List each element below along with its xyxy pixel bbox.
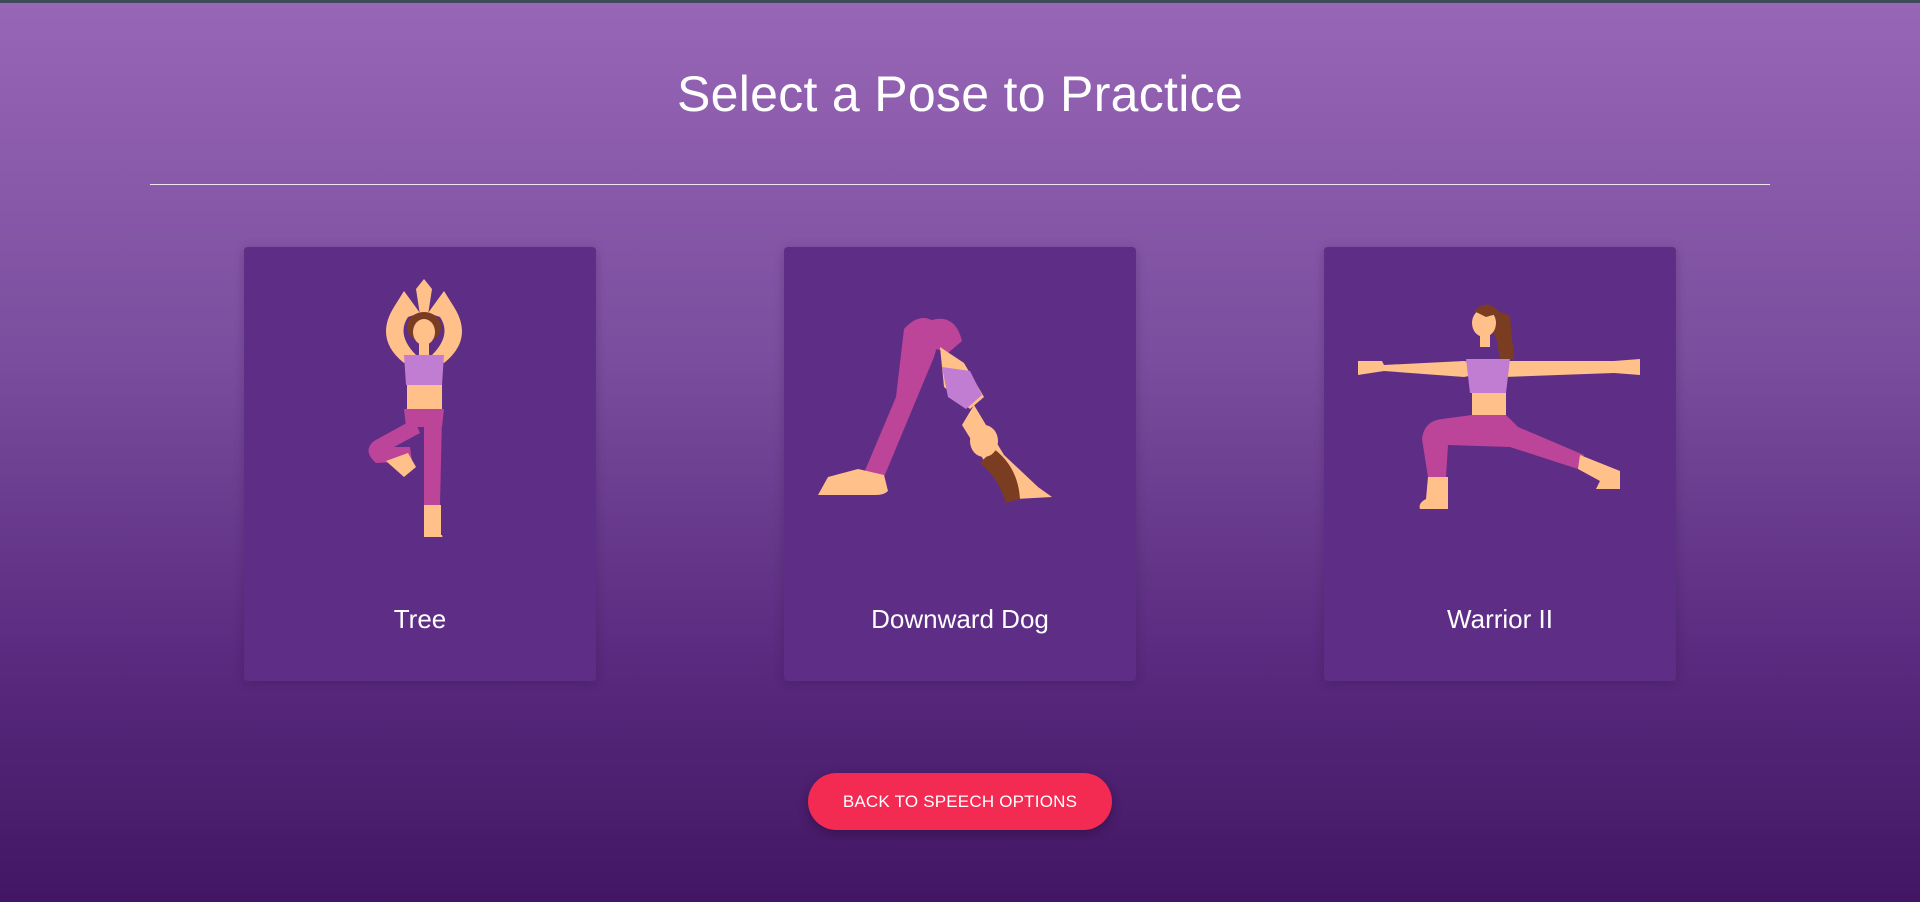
warrior-ii-pose-illustration [1324, 277, 1676, 537]
pose-label-warrior-ii: Warrior II [1447, 604, 1553, 634]
pose-card-downward-dog[interactable]: Downward Dog [784, 247, 1136, 681]
pose-card-tree[interactable]: Tree [244, 247, 596, 681]
pose-label-tree: Tree [393, 604, 447, 634]
pose-card-warrior-ii[interactable]: Warrior II [1324, 247, 1676, 681]
tree-pose-illustration [244, 277, 596, 537]
divider [150, 184, 1770, 185]
downward-dog-pose-illustration [784, 277, 1136, 537]
pose-label-downward-dog: Downward Dog [871, 604, 1049, 634]
back-to-speech-options-button[interactable]: BACK TO SPEECH OPTIONS [808, 773, 1112, 830]
page-title: Select a Pose to Practice [676, 66, 1244, 122]
